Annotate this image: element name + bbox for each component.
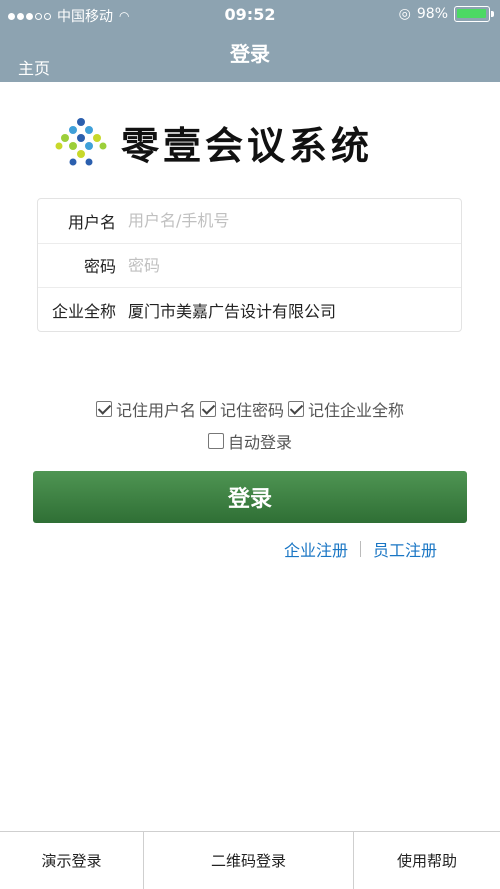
home-back-button[interactable]: 主页 — [18, 55, 50, 79]
top-bar: 中国移动 ◠ 09:52 ◎ 98% 登录 主页 — [0, 0, 500, 82]
checkbox-checked-icon[interactable] — [95, 401, 112, 417]
company-row: 企业全称 — [38, 288, 461, 333]
remember-company-checkbox[interactable]: 记住企业全称 — [288, 397, 404, 421]
remember-username-label: 记住用户名 — [115, 401, 196, 420]
auto-login-label: 自动登录 — [227, 433, 292, 452]
checkbox-checked-icon[interactable] — [199, 401, 216, 417]
company-input[interactable] — [128, 292, 461, 329]
remember-company-label: 记住企业全称 — [308, 401, 405, 420]
logo-text: 零壹会议系统 — [121, 122, 374, 168]
employee-register-link[interactable]: 员工注册 — [373, 537, 437, 561]
username-label: 用户名 — [67, 212, 116, 232]
company-label: 企业全称 — [51, 302, 116, 322]
logo-diamond-icon — [55, 118, 107, 166]
help-button[interactable]: 使用帮助 — [354, 832, 500, 889]
orientation-lock-icon: ◎ — [398, 6, 411, 22]
checkbox-unchecked-icon[interactable] — [207, 433, 224, 449]
battery-icon — [454, 6, 494, 22]
demo-login-button[interactable]: 演示登录 — [0, 832, 144, 889]
checkbox-checked-icon[interactable] — [288, 401, 304, 417]
password-row: 密码 — [38, 244, 461, 289]
login-button[interactable]: 登录 — [33, 471, 467, 523]
remember-password-checkbox[interactable]: 记住密码 — [199, 397, 284, 421]
remember-username-checkbox[interactable]: 记住用户名 — [95, 397, 196, 421]
login-form: 用户名 密码 企业全称 — [37, 198, 462, 332]
remember-password-label: 记住密码 — [219, 401, 284, 420]
qr-login-button[interactable]: 二维码登录 — [144, 832, 354, 889]
username-row: 用户名 — [38, 199, 461, 244]
register-links: 企业注册 员工注册 — [284, 537, 437, 561]
app-logo: 零壹会议系统 — [55, 112, 445, 172]
company-register-link[interactable]: 企业注册 — [284, 537, 348, 561]
link-divider — [359, 541, 361, 557]
username-input[interactable] — [128, 202, 461, 239]
page-title: 登录 — [230, 42, 270, 66]
battery-percent: 98% — [416, 6, 448, 22]
bottom-toolbar: 演示登录 二维码登录 使用帮助 — [0, 831, 500, 889]
password-label: 密码 — [83, 257, 116, 277]
password-input[interactable] — [128, 247, 461, 284]
login-options: 记住用户名 记住密码 记住企业全称 自动登录 — [0, 396, 500, 454]
auto-login-checkbox[interactable]: 自动登录 — [207, 429, 292, 453]
status-bar: 中国移动 ◠ 09:52 ◎ 98% — [0, 0, 500, 30]
